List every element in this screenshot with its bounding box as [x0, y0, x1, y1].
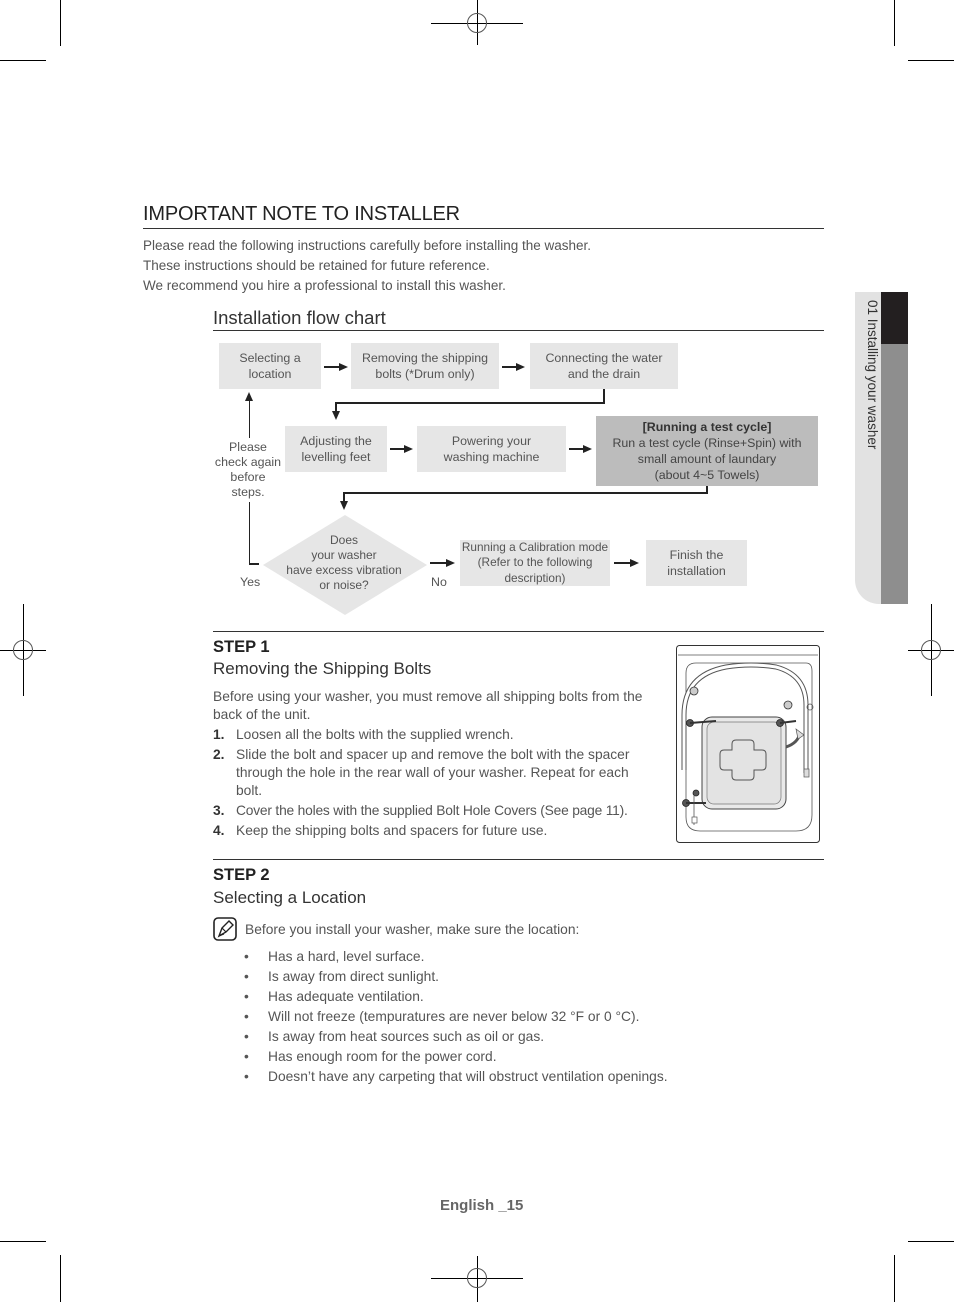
flow-arrow [502, 366, 517, 368]
chapter-tab-bar [881, 344, 908, 604]
crop-mark [894, 1255, 895, 1302]
bullet-icon: • [244, 1029, 249, 1044]
bullet-icon: • [244, 949, 249, 964]
yes-label: Yes [240, 575, 261, 589]
flow-step-removing-bolts: Removing the shipping bolts (*Drum only) [351, 343, 499, 389]
arrow-up-icon [245, 392, 253, 401]
crop-mark [908, 60, 954, 61]
check-again-note: Please check again before steps. [214, 440, 282, 499]
note-pencil-icon [213, 917, 237, 941]
list-item: 1. Loosen all the bolts with the supplied… [213, 727, 514, 742]
chapter-tab-label: 01 Installing your washer [865, 300, 880, 450]
flow-step-finish: Finish the installation [646, 540, 747, 586]
flow-arrow [430, 562, 447, 564]
flow-step-connecting-water: Connecting the water and the drain [530, 343, 678, 389]
flow-step-test-cycle: [Running a test cycle] Run a test cycle … [596, 416, 818, 486]
arrow-down-icon [340, 501, 348, 510]
step2-divider [213, 859, 824, 860]
flowchart-title: Installation flow chart [213, 307, 386, 328]
arrow-right-icon [404, 445, 413, 453]
flow-step-selecting-location: Selecting a location [219, 343, 321, 389]
page-number: English _15 [440, 1197, 524, 1214]
list-item: • Has adequate ventilation. [244, 987, 668, 1007]
step2-bullets: • Has a hard, level surface. • Is away fro… [244, 947, 668, 1087]
list-item: • Has enough room for the power cord. [244, 1047, 668, 1067]
flow-connector [335, 402, 605, 404]
flowchart-divider [213, 330, 824, 331]
flow-arrow [324, 366, 340, 368]
intro-line: We recommend you hire a professional to … [143, 278, 506, 293]
flow-loop-line [249, 400, 250, 438]
list-item: 4. Keep the shipping bolts and spacers fo… [213, 823, 548, 838]
arrow-right-icon [339, 363, 348, 371]
step1-label: STEP 1 [213, 638, 270, 656]
crop-mark [908, 1241, 954, 1242]
step1-list: 1. Loosen all the bolts with the supplied… [213, 726, 658, 842]
flow-loop-line [249, 502, 250, 564]
washer-rear-illustration [676, 645, 820, 843]
chapter-tab-marker [881, 292, 908, 344]
step1-intro: Before using your washer, you must remov… [213, 689, 643, 722]
list-item: 3. Cover the holes with the supplied Bolt… [213, 803, 628, 818]
flow-arrow [390, 448, 405, 450]
flow-step-levelling-feet: Adjusting the levelling feet [285, 426, 387, 472]
intro-text: Please read the following instructions c… [143, 236, 591, 296]
bullet-icon: • [244, 989, 249, 1004]
bullet-icon: • [244, 969, 249, 984]
step2-note: Before you install your washer, make sur… [245, 922, 580, 937]
bullet-icon: • [244, 1009, 249, 1024]
list-item: • Doesn’t have any carpeting that will ob… [244, 1067, 668, 1087]
flow-loop-line [249, 563, 259, 565]
intro-line: These instructions should be retained fo… [143, 258, 490, 273]
bullet-icon: • [244, 1069, 249, 1084]
flow-arrow [569, 448, 584, 450]
crop-mark [60, 1255, 61, 1302]
flow-arrow [614, 562, 631, 564]
list-item: 2. Slide the bolt and spacer up and remov… [213, 747, 630, 798]
crop-mark [0, 1241, 46, 1242]
step2-label: STEP 2 [213, 866, 270, 884]
crop-mark [60, 0, 61, 46]
arrow-right-icon [583, 445, 592, 453]
title-divider [143, 228, 824, 229]
list-item: • Has a hard, level surface. [244, 947, 668, 967]
no-label: No [431, 575, 447, 589]
step1-divider [213, 631, 824, 632]
arrow-right-icon [516, 363, 525, 371]
intro-line: Please read the following instructions c… [143, 238, 591, 253]
arrow-right-icon [630, 559, 639, 567]
page-title: IMPORTANT NOTE TO INSTALLER [143, 203, 460, 225]
crop-mark [894, 0, 895, 46]
arrow-down-icon [332, 411, 340, 420]
arrow-right-icon [446, 559, 455, 567]
flow-connector [343, 492, 708, 494]
crop-mark [0, 60, 46, 61]
list-item: • Will not freeze (tempuratures are never… [244, 1007, 668, 1027]
list-item: • Is away from direct sunlight. [244, 967, 668, 987]
bullet-icon: • [244, 1049, 249, 1064]
flow-step-powering: Powering your washing machine [417, 426, 566, 472]
list-item: • Is away from heat sources such as oil o… [244, 1027, 668, 1047]
step2-title: Selecting a Location [213, 888, 367, 907]
flow-step-calibration: Running a Calibration mode (Refer to the… [460, 539, 610, 586]
decision-text: Does your washer have excess vibration o… [286, 533, 402, 592]
step1-title: Removing the Shipping Bolts [213, 659, 432, 678]
